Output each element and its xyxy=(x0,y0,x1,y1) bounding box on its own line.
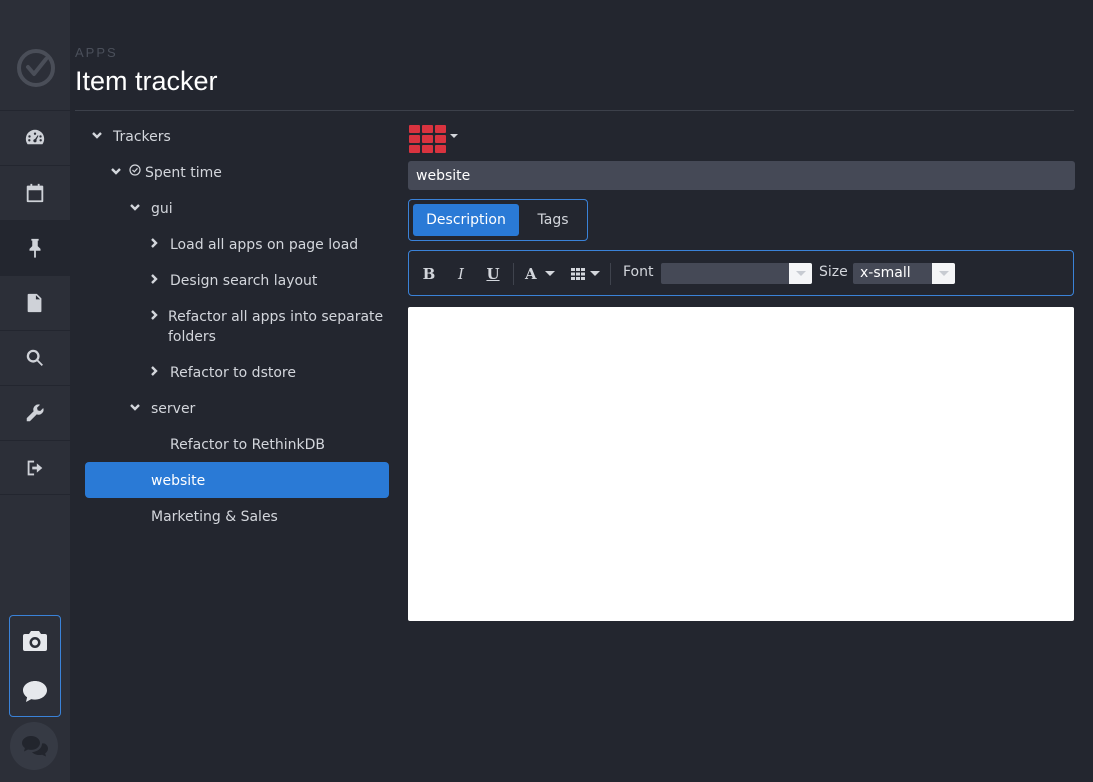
tree-node-refactor-dstore[interactable]: Refactor to dstore xyxy=(85,354,389,390)
page-title: Item tracker xyxy=(75,66,218,96)
sidebar-item-pinned[interactable] xyxy=(0,220,70,275)
tree-node-refactor-apps[interactable]: Refactor all apps into separate folders xyxy=(85,298,389,354)
tree-node-server[interactable]: server xyxy=(85,390,389,426)
sidebar-nav xyxy=(0,110,70,495)
tree-node-label: Design search layout xyxy=(170,273,318,289)
chevron-down-icon[interactable] xyxy=(129,401,141,413)
tracker-tree: Trackers Spent time gui Load all apps on… xyxy=(85,118,389,534)
tab-tags[interactable]: Tags xyxy=(525,204,581,236)
text-color-button[interactable]: A xyxy=(525,263,559,285)
section-eyebrow: APPS xyxy=(75,45,118,60)
chevron-down-icon[interactable] xyxy=(91,129,103,141)
logo-check-icon xyxy=(17,49,55,87)
sidebar xyxy=(0,0,70,782)
caret-down-icon xyxy=(450,134,458,138)
tree-node-website[interactable]: website xyxy=(85,462,389,498)
grid-icon xyxy=(409,125,458,153)
editor-toolbar: B I U A Font Size x-small xyxy=(408,250,1074,296)
item-type-dropdown[interactable] xyxy=(409,125,461,155)
sidebar-item-search[interactable] xyxy=(0,330,70,385)
utility-panel xyxy=(9,615,61,717)
tree-node-spent-time[interactable]: Spent time xyxy=(85,154,389,190)
toolbar-divider xyxy=(513,263,514,285)
rich-text-editor[interactable] xyxy=(408,307,1074,621)
chat-icon xyxy=(22,736,48,757)
sidebar-item-logout[interactable] xyxy=(0,440,70,495)
size-label: Size xyxy=(819,264,848,280)
chevron-right-icon[interactable] xyxy=(148,237,160,249)
tree-node-refactor-rethink[interactable]: Refactor to RethinkDB xyxy=(85,426,389,462)
dropdown-arrow-icon xyxy=(789,263,812,284)
check-circle-icon xyxy=(129,164,141,176)
size-select-value: x-small xyxy=(860,265,911,281)
search-icon xyxy=(26,349,43,366)
tree-node-label: website xyxy=(151,473,206,489)
tree-node-design-search[interactable]: Design search layout xyxy=(85,262,389,298)
item-title-input[interactable] xyxy=(408,161,1075,190)
logout-icon xyxy=(27,460,43,475)
bold-button[interactable]: B xyxy=(419,263,439,285)
editor-tabs: Description Tags xyxy=(408,199,588,241)
chevron-down-icon[interactable] xyxy=(110,165,122,177)
font-select[interactable] xyxy=(661,263,812,284)
tree-node-label: gui xyxy=(151,201,173,217)
comment-button[interactable] xyxy=(10,666,60,716)
dropdown-arrow-icon xyxy=(932,263,955,284)
tree-node-label: Spent time xyxy=(145,165,222,181)
sidebar-item-files[interactable] xyxy=(0,275,70,330)
tree-node-label: server xyxy=(151,401,196,417)
italic-button[interactable]: I xyxy=(451,263,471,285)
tree-node-gui[interactable]: gui xyxy=(85,190,389,226)
tree-node-trackers[interactable]: Trackers xyxy=(85,118,389,154)
text-color-label: A xyxy=(525,265,537,283)
calendar-icon xyxy=(26,183,44,203)
font-label: Font xyxy=(623,264,654,280)
header-divider xyxy=(75,110,1074,111)
dashboard-icon xyxy=(25,129,45,145)
tree-node-label: Marketing & Sales xyxy=(151,509,278,525)
chevron-right-icon[interactable] xyxy=(148,365,160,377)
tree-node-label: Refactor all apps into separate folders xyxy=(168,307,383,347)
sidebar-item-dashboard[interactable] xyxy=(0,110,70,165)
tree-node-marketing[interactable]: Marketing & Sales xyxy=(85,498,389,534)
size-select[interactable]: x-small xyxy=(853,263,955,284)
tree-node-label-line1: Refactor all apps into separate xyxy=(168,309,384,325)
caret-down-icon xyxy=(590,271,600,276)
toolbar-divider xyxy=(610,263,611,285)
sidebar-item-calendar[interactable] xyxy=(0,165,70,220)
tree-node-label: Load all apps on page load xyxy=(170,237,359,253)
wrench-icon xyxy=(26,404,44,422)
chevron-down-icon[interactable] xyxy=(129,201,141,213)
sidebar-item-settings[interactable] xyxy=(0,385,70,440)
tree-node-label: Refactor to RethinkDB xyxy=(170,437,326,453)
chat-button[interactable] xyxy=(10,722,58,770)
tree-node-load-all-apps[interactable]: Load all apps on page load xyxy=(85,226,389,262)
pin-icon xyxy=(29,238,41,259)
caret-down-icon xyxy=(545,271,555,276)
camera-icon xyxy=(23,631,47,651)
tree-node-label: Trackers xyxy=(113,129,171,145)
screenshot-button[interactable] xyxy=(10,616,60,666)
tree-node-label-line2: folders xyxy=(168,329,216,345)
chevron-right-icon[interactable] xyxy=(148,309,160,321)
tree-node-label: Refactor to dstore xyxy=(170,365,296,381)
table-button[interactable] xyxy=(569,263,603,285)
underline-button[interactable]: U xyxy=(483,263,503,285)
tab-description[interactable]: Description xyxy=(413,204,519,236)
comment-icon xyxy=(23,681,47,702)
chevron-right-icon[interactable] xyxy=(148,273,160,285)
file-icon xyxy=(27,293,42,313)
table-icon xyxy=(571,268,585,280)
